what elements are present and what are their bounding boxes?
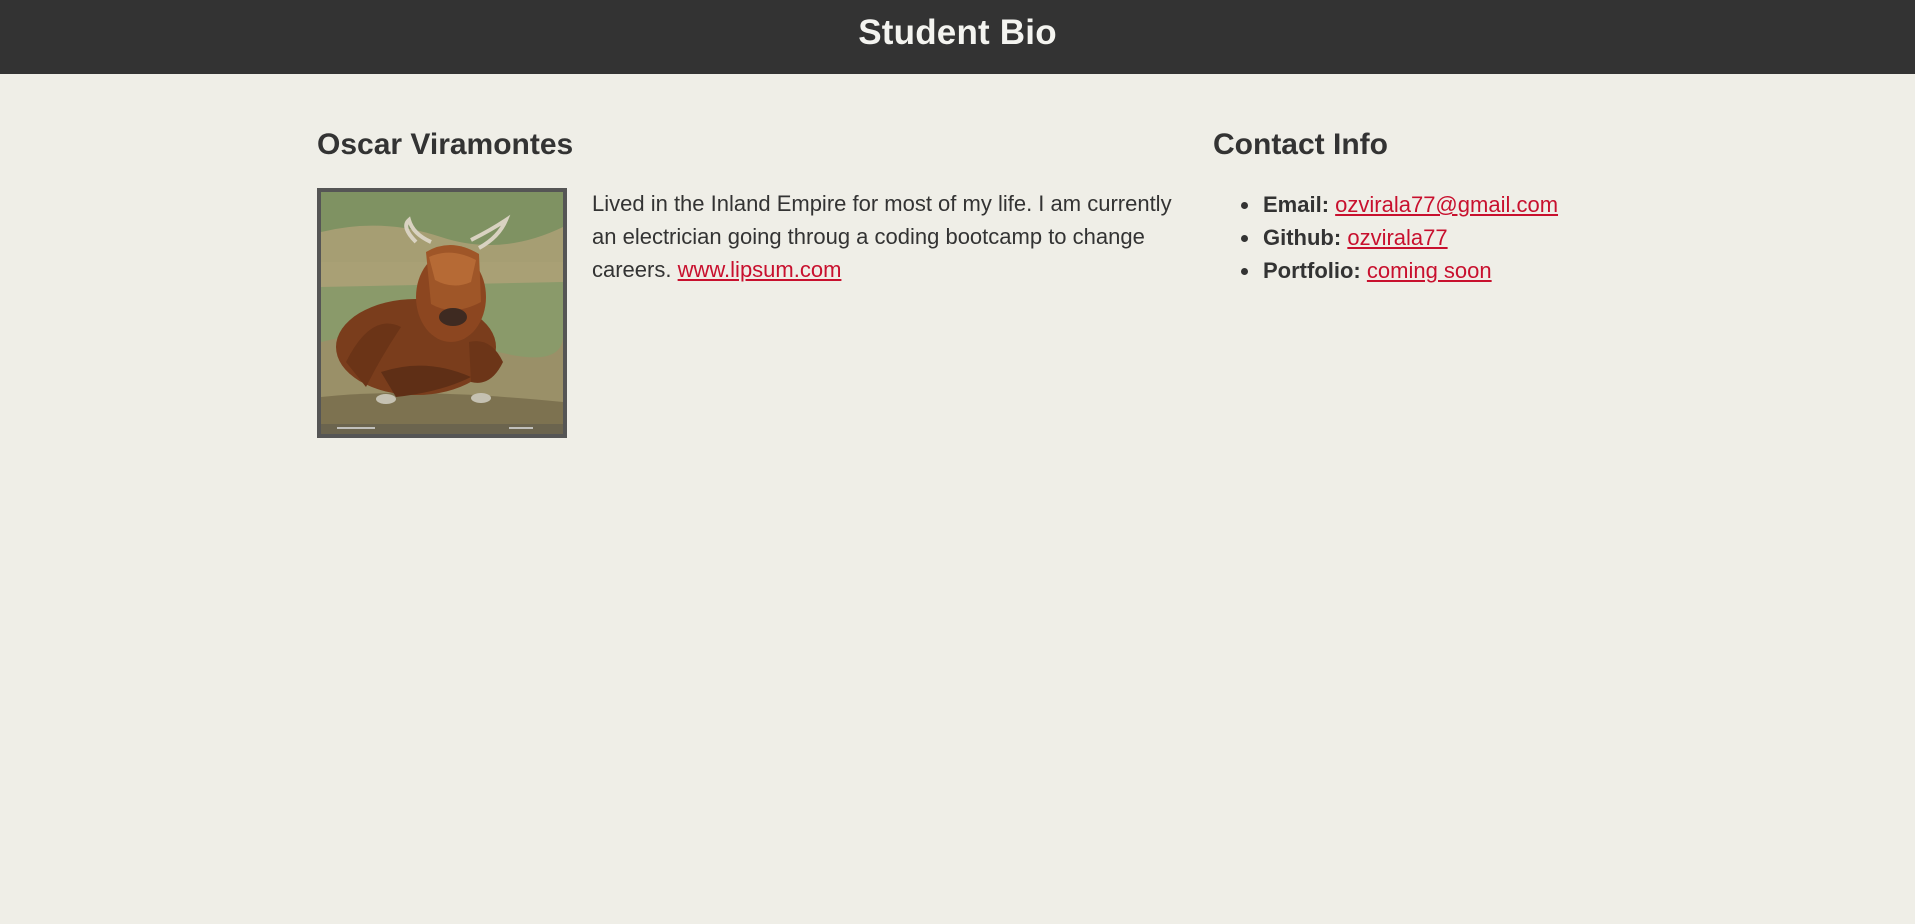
portfolio-label: Portfolio:: [1263, 258, 1361, 283]
contact-item-email: Email: ozvirala77@gmail.com: [1238, 188, 1633, 221]
bio-paragraph: Lived in the Inland Empire for most of m…: [592, 187, 1197, 286]
bio-section: Oscar Viramontes Lived in the Inland Emp…: [317, 122, 1197, 438]
page-title: Student Bio: [858, 13, 1057, 52]
contact-title: Contact Info: [1213, 128, 1388, 161]
portfolio-link[interactable]: coming soon: [1367, 258, 1492, 283]
contact-list: Email: ozvirala77@gmail.com Github: ozvi…: [1213, 188, 1633, 287]
email-label: Email:: [1263, 192, 1330, 217]
page-header: Student Bio: [0, 0, 1915, 74]
highland-cow-photo-icon: [321, 192, 563, 434]
student-name: Oscar Viramontes: [317, 128, 574, 161]
student-photo: [317, 188, 567, 438]
contact-item-portfolio: Portfolio: coming soon: [1238, 254, 1633, 287]
github-label: Github:: [1263, 225, 1342, 250]
bio-link[interactable]: www.lipsum.com: [678, 257, 842, 282]
main-content: Oscar Viramontes Lived in the Inland Emp…: [0, 74, 1915, 924]
github-link[interactable]: ozvirala77: [1347, 225, 1447, 250]
contact-item-github: Github: ozvirala77: [1238, 221, 1633, 254]
email-link[interactable]: ozvirala77@gmail.com: [1335, 192, 1558, 217]
bio-body: Lived in the Inland Empire for most of m…: [317, 188, 1197, 438]
contact-section: Contact Info Email: ozvirala77@gmail.com…: [1213, 122, 1633, 287]
